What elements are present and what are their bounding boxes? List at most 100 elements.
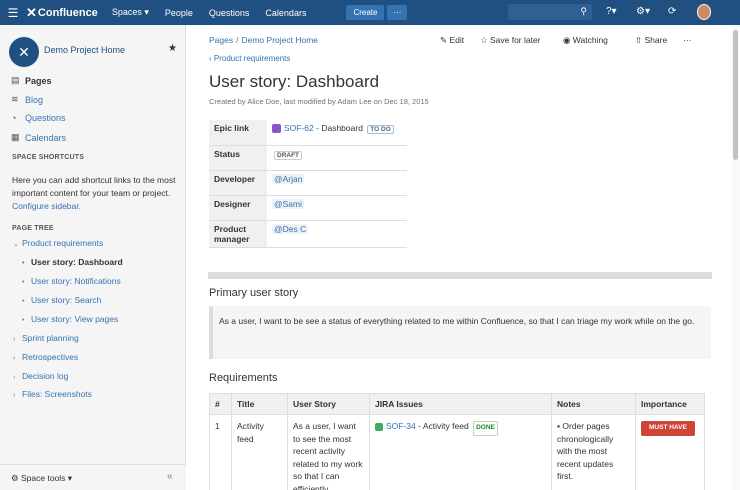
chevron-right-icon[interactable]: › <box>13 355 22 362</box>
document-details-table: Epic link SOF-62 - Dashboard TO DO Statu… <box>209 120 407 248</box>
collapse-sidebar-icon[interactable]: « <box>167 471 173 482</box>
sidebar-item-blog[interactable]: ≋ Blog <box>11 94 181 105</box>
share-label: Share <box>644 35 668 45</box>
chevron-right-icon[interactable]: › <box>13 392 22 399</box>
table-row: Developer @Arjan <box>209 170 407 196</box>
chevron-right-icon[interactable]: › <box>13 336 22 343</box>
search-input[interactable]: ⚲ <box>508 4 592 20</box>
tree-item-sprint-planning[interactable]: › Sprint planning <box>13 333 79 343</box>
page-scrollbar[interactable] <box>732 25 740 490</box>
nav-calendars[interactable]: Calendars <box>265 8 306 18</box>
breadcrumb-space[interactable]: Demo Project Home <box>241 35 318 45</box>
table-row: Product manager @Des C <box>209 220 407 248</box>
table-row: Status DRAFT <box>209 145 407 171</box>
tree-item-label: User story: Notifications <box>31 276 121 286</box>
tree-item-view-pages[interactable]: • User story: View pages <box>22 314 118 324</box>
app-switcher-icon[interactable]: ☰ <box>0 6 26 20</box>
space-name-link[interactable]: Demo Project Home <box>44 45 125 55</box>
breadcrumb: Pages / Demo Project Home <box>209 35 318 45</box>
help-icon[interactable]: ?▾ <box>606 6 617 17</box>
sidebar-item-label: Pages <box>25 75 52 86</box>
tree-item-product-requirements[interactable]: ⌄ Product requirements <box>13 238 103 248</box>
epic-issue-link[interactable]: SOF-62 <box>284 123 314 133</box>
gear-icon: ⚙ <box>11 473 19 483</box>
primary-user-story-panel: As a user, I want to be see a status of … <box>209 306 711 359</box>
user-avatar[interactable] <box>697 4 711 20</box>
create-more-button[interactable]: ··· <box>387 5 408 20</box>
top-nav-bar: ☰ ✕ Confluence Spaces ▾ People Questions… <box>0 0 740 25</box>
parent-page-link[interactable]: ‹ Product requirements <box>209 54 290 63</box>
confluence-logo[interactable]: ✕ Confluence <box>26 5 98 21</box>
tree-item-decision-log[interactable]: › Decision log <box>13 371 68 381</box>
chevron-down-icon[interactable]: ⌄ <box>13 240 22 248</box>
jira-story-icon <box>375 422 383 431</box>
edit-button[interactable]: ✎ Edit <box>440 35 464 46</box>
nav-questions[interactable]: Questions <box>209 8 250 18</box>
jira-issue-link[interactable]: SOF-34 <box>386 421 416 431</box>
rss-icon: ≋ <box>11 94 19 104</box>
status-badge: DRAFT <box>274 150 303 160</box>
star-icon[interactable]: ★ <box>168 43 177 54</box>
table-header-row: # Title User Story JIRA Issues Notes Imp… <box>209 393 705 415</box>
tree-item-label: User story: View pages <box>31 314 119 324</box>
create-button[interactable]: Create <box>346 5 385 20</box>
page-tree-heading: PAGE TREE <box>12 225 54 232</box>
confluence-logo-icon: ✕ <box>26 4 37 20</box>
configure-sidebar-link[interactable]: Configure sidebar. <box>12 201 81 211</box>
user-mention-link[interactable]: @Sami <box>272 198 304 209</box>
space-tools-button[interactable]: ⚙ Space tools ▾ <box>11 473 72 484</box>
bullet-icon: • <box>22 298 25 305</box>
user-mention-link[interactable]: @Des C <box>272 223 309 234</box>
tree-item-dashboard[interactable]: • User story: Dashboard <box>22 257 123 267</box>
sidebar-item-label: Questions <box>25 113 66 123</box>
tree-item-label: Decision log <box>22 371 69 381</box>
notifications-icon[interactable]: ⟳ <box>668 6 676 17</box>
primary-user-story-heading: Primary user story <box>209 287 299 299</box>
nav-spaces[interactable]: Spaces ▾ <box>112 7 149 18</box>
app-name: Confluence <box>37 6 98 19</box>
tree-item-notifications[interactable]: • User story: Notifications <box>22 276 121 286</box>
tree-item-screenshots[interactable]: › Files: Screenshots <box>13 389 92 399</box>
share-button[interactable]: ⇧ Share <box>635 35 667 46</box>
detail-value: @Sami <box>267 195 407 221</box>
tree-item-label: Files: Screenshots <box>22 389 92 399</box>
table-row: Epic link SOF-62 - Dashboard TO DO <box>209 120 407 146</box>
scrollbar-thumb[interactable] <box>733 30 738 160</box>
epic-summary: - Dashboard <box>316 123 363 133</box>
breadcrumb-pages[interactable]: Pages <box>209 35 233 45</box>
table-row: 1 Activity feed As a user, I want to see… <box>209 414 705 490</box>
detail-key: Developer <box>209 170 267 196</box>
req-number: 1 <box>209 414 232 490</box>
tree-item-label: User story: Dashboard <box>31 257 123 267</box>
req-importance: MUST HAVE <box>635 414 705 490</box>
req-notes: ▪ Order pages chronologically with the m… <box>551 414 636 490</box>
status-badge: DONE <box>473 421 498 436</box>
column-header: User Story <box>287 393 370 415</box>
page-byline: Created by Alice Doe, last modified by A… <box>209 97 429 106</box>
space-shortcuts-text: Here you can add shortcut links to the m… <box>12 174 178 213</box>
save-for-later-button[interactable]: ☆ Save for later <box>480 35 541 46</box>
space-logo-icon[interactable]: ✕ <box>9 37 39 67</box>
nav-people[interactable]: People <box>165 8 193 18</box>
user-mention-link[interactable]: @Arjan <box>272 173 305 184</box>
save-for-later-label: Save for later <box>489 35 541 45</box>
column-header: Notes <box>551 393 636 415</box>
question-icon: ◔ <box>11 113 17 123</box>
sidebar-item-calendars[interactable]: ▦ Calendars <box>11 132 181 143</box>
more-actions-button[interactable]: ··· <box>683 35 692 45</box>
tree-item-label: Retrospectives <box>22 352 79 362</box>
importance-badge: MUST HAVE <box>641 421 695 436</box>
watching-button[interactable]: ◉ Watching <box>563 35 608 46</box>
settings-icon[interactable]: ⚙▾ <box>636 6 650 17</box>
calendar-icon: ▦ <box>11 132 20 142</box>
tree-item-retrospectives[interactable]: › Retrospectives <box>13 352 78 362</box>
sidebar-item-pages[interactable]: ▤ Pages <box>11 75 181 86</box>
tree-item-label: Sprint planning <box>22 333 79 343</box>
tree-item-search[interactable]: • User story: Search <box>22 295 101 305</box>
space-shortcuts-heading: SPACE SHORTCUTS <box>12 154 85 161</box>
chevron-right-icon[interactable]: › <box>13 374 22 381</box>
bullet-icon: • <box>22 279 25 286</box>
detail-key: Epic link <box>209 120 267 146</box>
sidebar-item-questions[interactable]: ◔ Questions <box>11 113 181 123</box>
detail-value: SOF-62 - Dashboard TO DO <box>267 120 407 146</box>
